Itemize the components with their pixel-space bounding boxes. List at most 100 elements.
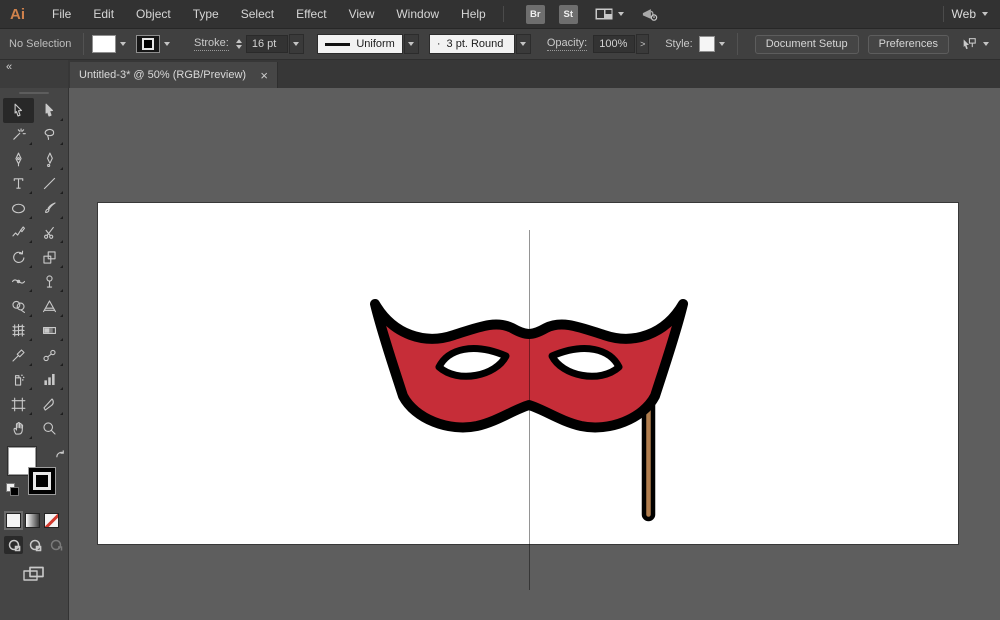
screen-mode-icon [22,564,46,584]
opacity-panel-link[interactable]: Opacity: [547,37,587,51]
perspective-grid-tool[interactable] [34,294,65,319]
gradient-tool[interactable] [34,319,65,344]
select-similar-button[interactable] [959,36,989,52]
screen-mode-button[interactable] [0,564,68,584]
chevron-down-icon [293,42,299,46]
tool-panel [0,88,69,620]
divider [943,6,944,22]
menu-view[interactable]: View [338,7,386,21]
stroke-weight-stepper[interactable] [236,39,242,49]
stroke-color-swatch[interactable] [136,35,170,53]
menu-object[interactable]: Object [125,7,182,21]
brush-select[interactable]: · 3 pt. Round [429,34,531,54]
draw-behind-button[interactable] [25,536,44,554]
stepper-down-icon[interactable] [236,45,242,49]
symbol-sprayer-tool[interactable] [3,368,34,393]
brush-bullet: · [437,38,441,50]
width-profile-preview [325,43,350,46]
draw-normal-icon [7,538,21,552]
select-similar-icon [959,36,979,52]
hand-tool[interactable] [3,417,34,442]
gradient-button[interactable] [25,513,40,528]
type-tool[interactable] [3,172,34,197]
workspace-switcher[interactable]: Web [952,7,988,21]
chevron-down-icon [164,42,170,46]
menu-select[interactable]: Select [230,7,285,21]
style-swatch[interactable] [699,36,715,52]
ellipse-tool[interactable] [3,196,34,221]
stroke-color-control[interactable] [28,467,56,495]
mask-artwork [98,203,958,544]
none-button[interactable] [44,513,59,528]
draw-behind-icon [28,538,42,552]
menu-help[interactable]: Help [450,7,497,21]
mesh-tool[interactable] [3,319,34,344]
paintbrush-tool[interactable] [34,196,65,221]
stock-button[interactable]: St [559,5,578,24]
chevron-down-icon [120,42,126,46]
curvature-tool[interactable] [34,147,65,172]
color-mode-row [6,513,68,528]
panel-gripper[interactable] [19,92,49,94]
column-graph-tool[interactable] [34,368,65,393]
menu-edit[interactable]: Edit [82,7,125,21]
stroke-color-box [136,35,160,53]
zoom-tool[interactable] [34,417,65,442]
opacity-options-button[interactable]: > [636,34,649,54]
artboard-tool[interactable] [3,392,34,417]
shaper-tool[interactable] [3,221,34,246]
document-setup-button[interactable]: Document Setup [755,35,859,54]
control-bar: No Selection Stroke: 16 pt Uniform · 3 p… [0,28,1000,60]
chevron-down-icon [983,42,989,46]
chevron-down-icon [618,12,624,16]
menu-type[interactable]: Type [182,7,230,21]
chevron-down-icon [719,42,725,46]
line-segment-tool[interactable] [34,172,65,197]
eyedropper-tool[interactable] [3,343,34,368]
slice-tool[interactable] [34,392,65,417]
scissors-tool[interactable] [34,221,65,246]
blend-tool[interactable] [34,343,65,368]
draw-inside-icon [49,538,63,552]
brush-value: 3 pt. Round [447,38,504,50]
scale-tool[interactable] [34,245,65,270]
magic-wand-tool[interactable] [3,123,34,148]
color-button[interactable] [6,513,21,528]
stroke-weight-value: 16 pt [246,35,288,53]
menu-effect[interactable]: Effect [285,7,337,21]
megaphone-icon [640,6,660,22]
bridge-button[interactable]: Br [526,5,545,24]
draw-normal-button[interactable] [4,536,23,554]
illustrator-logo: Ai [10,6,25,23]
swap-fill-stroke-button[interactable] [55,447,66,465]
puppet-warp-tool[interactable] [34,270,65,295]
fill-color-swatch[interactable] [92,35,126,53]
canvas-pasteboard[interactable] [69,88,1000,620]
menu-bar: Ai FileEditObjectTypeSelectEffectViewWin… [0,0,1000,28]
width-tool[interactable] [3,270,34,295]
direct-selection-tool[interactable] [34,98,65,123]
document-tab[interactable]: Untitled-3* @ 50% (RGB/Preview) × [70,62,278,88]
opacity-value-field[interactable]: 100% [593,35,635,53]
stroke-panel-link[interactable]: Stroke: [194,37,229,51]
rotate-tool[interactable] [3,245,34,270]
selection-tool[interactable] [3,98,34,123]
share-feedback-button[interactable] [640,6,660,22]
tab-close-button[interactable]: × [260,69,268,82]
stroke-weight-select[interactable]: 16 pt [246,34,304,54]
preferences-button[interactable]: Preferences [868,35,949,54]
tool-panel-collapse-button[interactable]: « [0,60,68,88]
pen-tool[interactable] [3,147,34,172]
lasso-tool[interactable] [34,123,65,148]
divider [503,6,504,22]
stepper-up-icon[interactable] [236,39,242,43]
tab-title: Untitled-3* @ 50% (RGB/Preview) [79,69,246,81]
artboard[interactable] [98,203,958,544]
draw-inside-button[interactable] [46,536,65,554]
menu-file[interactable]: File [41,7,82,21]
arrange-documents-button[interactable] [594,6,624,22]
divider [83,33,84,55]
shape-builder-tool[interactable] [3,294,34,319]
menu-window[interactable]: Window [385,7,450,21]
width-profile-select[interactable]: Uniform [317,34,419,54]
